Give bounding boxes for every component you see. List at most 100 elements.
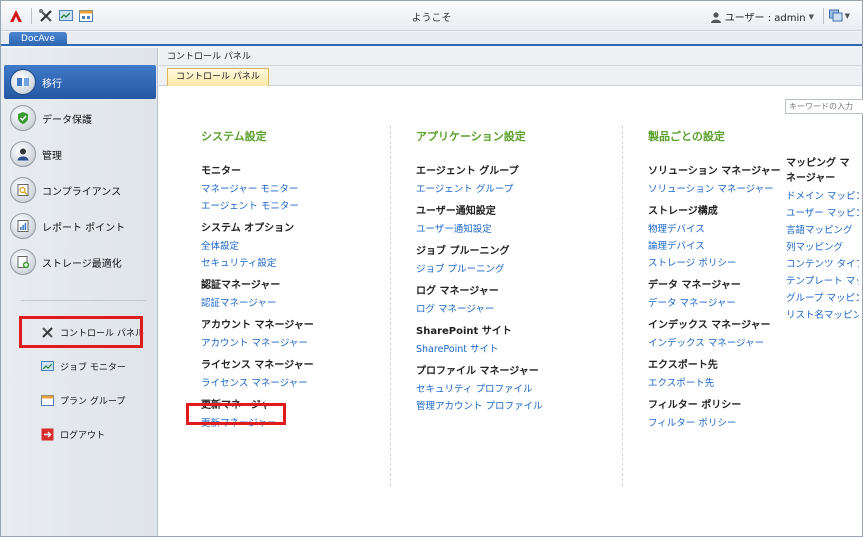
- admin-user-icon: [10, 141, 36, 167]
- chevron-down-icon: ▼: [844, 11, 850, 20]
- shield-icon: [10, 105, 36, 131]
- settings-group: プロファイル マネージャー セキュリティ プロファイル 管理アカウント プロファ…: [416, 362, 543, 412]
- settings-group: ジョブ プルーニング ジョブ プルーニング: [416, 242, 543, 275]
- settings-link[interactable]: 論理デバイス: [648, 238, 781, 252]
- group-heading: アカウント マネージャー: [201, 320, 314, 331]
- settings-link[interactable]: インデックス マネージャー: [648, 335, 781, 349]
- sidebar-link-job-monitor[interactable]: ジョブ モニター: [41, 360, 126, 373]
- column-application-settings: アプリケーション設定 エージェント グループ エージェント グループ ユーザー通…: [416, 128, 543, 419]
- group-heading: マッピング マネージャー: [786, 158, 850, 184]
- settings-group: フィルター ポリシー フィルター ポリシー: [648, 396, 781, 429]
- settings-link[interactable]: ライセンス マネージャー: [201, 375, 314, 389]
- group-heading: ソリューション マネージャー: [648, 166, 781, 177]
- sidebar-item-label: 移行: [42, 78, 62, 90]
- group-heading: ストレージ構成: [648, 206, 718, 217]
- settings-link[interactable]: 物理デバイス: [648, 221, 781, 235]
- group-heading: ユーザー通知設定: [416, 206, 496, 217]
- help-menu[interactable]: ▼: [828, 9, 850, 22]
- top-toolbar: ようこそ ユーザー : admin ▼ ▼: [1, 1, 862, 31]
- sidebar-link-logout[interactable]: ログアウト: [41, 428, 105, 441]
- settings-link[interactable]: 認証マネージャー: [201, 295, 314, 309]
- settings-link[interactable]: データ マネージャー: [648, 295, 781, 309]
- sidebar-divider: [21, 300, 146, 301]
- settings-link[interactable]: エージェント グループ: [416, 181, 543, 195]
- sidebar-link-plan-group[interactable]: プラン グループ: [41, 394, 125, 407]
- settings-link[interactable]: 列マッピング: [786, 239, 859, 253]
- app-window: ようこそ ユーザー : admin ▼ ▼ DocAve 移行 データ保護 管理…: [0, 0, 863, 537]
- sidebar-item-label: コンプライアンス: [42, 186, 122, 198]
- group-heading: SharePoint サイト: [416, 326, 512, 337]
- column-system-settings: システム設定 モニター マネージャー モニター エージェント モニター システム…: [201, 128, 314, 436]
- settings-link[interactable]: セキュリティ設定: [201, 255, 314, 269]
- tab-docave[interactable]: DocAve: [9, 32, 67, 46]
- panel-tab-bar: コントロール パネル: [159, 66, 862, 86]
- group-heading: インデックス マネージャー: [648, 320, 771, 331]
- control-panel-icon[interactable]: [38, 8, 54, 24]
- settings-link[interactable]: 管理アカウント プロファイル: [416, 398, 543, 412]
- column-mapping: マッピング マネージャー ドメイン マッピング ユーザー マッピング 言語マッピ…: [786, 154, 859, 328]
- group-heading: モニター: [201, 166, 241, 177]
- group-heading: ログ マネージャー: [416, 286, 499, 297]
- sub-item-label: プラン グループ: [60, 397, 126, 407]
- settings-link[interactable]: ユーザー通知設定: [416, 221, 543, 235]
- settings-group: SharePoint サイト SharePoint サイト: [416, 322, 543, 355]
- settings-link[interactable]: ログ マネージャー: [416, 301, 543, 315]
- settings-link[interactable]: セキュリティ プロファイル: [416, 381, 543, 395]
- settings-link[interactable]: SharePoint サイト: [416, 341, 543, 355]
- keyword-search-input[interactable]: [785, 99, 863, 114]
- settings-link[interactable]: 全体設定: [201, 238, 314, 252]
- report-icon: [10, 213, 36, 239]
- plan-group-icon[interactable]: [78, 8, 94, 24]
- sidebar-item-report-point[interactable]: レポート ポイント: [4, 209, 156, 243]
- settings-link[interactable]: ジョブ プルーニング: [416, 261, 543, 275]
- group-heading: フィルター ポリシー: [648, 400, 742, 411]
- settings-group: データ マネージャー データ マネージャー: [648, 276, 781, 309]
- settings-link[interactable]: エクスポート先: [648, 375, 781, 389]
- settings-link[interactable]: リスト名マッピング: [786, 307, 859, 321]
- sidebar-item-data-protection[interactable]: データ保護: [4, 101, 156, 135]
- settings-link[interactable]: フィルター ポリシー: [648, 415, 781, 429]
- user-menu[interactable]: ユーザー : admin ▼: [710, 9, 814, 24]
- settings-link[interactable]: ユーザー マッピング: [786, 205, 859, 219]
- chevron-down-icon: ▼: [808, 12, 814, 21]
- group-heading: エージェント グループ: [416, 166, 519, 177]
- settings-group: アカウント マネージャー アカウント マネージャー: [201, 316, 314, 349]
- sidebar-item-administration[interactable]: 管理: [4, 137, 156, 171]
- job-monitor-icon: [41, 360, 54, 373]
- sidebar-item-storage-optimization[interactable]: ストレージ最適化: [4, 245, 156, 279]
- tab-control-panel[interactable]: コントロール パネル: [167, 68, 269, 86]
- migration-icon: [10, 69, 36, 95]
- settings-link[interactable]: コンテンツ タイプ マッピング: [786, 256, 859, 270]
- sidebar-item-migration[interactable]: 移行: [4, 65, 156, 99]
- settings-link[interactable]: ソリューション マネージャー: [648, 181, 781, 195]
- settings-group: マッピング マネージャー ドメイン マッピング ユーザー マッピング 言語マッピ…: [786, 154, 859, 321]
- settings-link[interactable]: エージェント モニター: [201, 198, 314, 212]
- settings-link[interactable]: ドメイン マッピング: [786, 188, 859, 202]
- group-heading: 認証マネージャー: [201, 280, 281, 291]
- sidebar-item-label: ストレージ最適化: [42, 258, 122, 270]
- main-panel: コントロール パネル コントロール パネル システム設定 モニター マネージャー…: [159, 48, 863, 536]
- settings-link[interactable]: テンプレート マッピング: [786, 273, 859, 287]
- job-monitor-icon[interactable]: [58, 8, 74, 24]
- settings-link[interactable]: グループ マッピング: [786, 290, 859, 304]
- sidebar-item-compliance[interactable]: コンプライアンス: [4, 173, 156, 207]
- settings-link[interactable]: 言語マッピング: [786, 222, 859, 236]
- section-title: アプリケーション設定: [416, 130, 526, 143]
- settings-link[interactable]: ストレージ ポリシー: [648, 255, 781, 269]
- logout-icon: [41, 428, 54, 441]
- settings-link[interactable]: アカウント マネージャー: [201, 335, 314, 349]
- column-divider: [622, 126, 623, 486]
- settings-link[interactable]: マネージャー モニター: [201, 181, 314, 195]
- settings-group: ソリューション マネージャー ソリューション マネージャー: [648, 162, 781, 195]
- settings-group: インデックス マネージャー インデックス マネージャー: [648, 316, 781, 349]
- left-sidebar: 移行 データ保護 管理 コンプライアンス レポート ポイント ストレージ最適化 …: [1, 48, 158, 536]
- plan-group-icon: [41, 394, 54, 407]
- group-heading: プロファイル マネージャー: [416, 366, 539, 377]
- group-heading: ジョブ プルーニング: [416, 246, 510, 257]
- app-tab-bar: DocAve: [1, 32, 862, 46]
- settings-group: システム オプション 全体設定 セキュリティ設定: [201, 219, 314, 269]
- group-heading: ライセンス マネージャー: [201, 360, 314, 371]
- breadcrumb: コントロール パネル: [159, 48, 862, 66]
- group-heading: データ マネージャー: [648, 280, 741, 291]
- avepoint-logo-icon[interactable]: [8, 8, 24, 24]
